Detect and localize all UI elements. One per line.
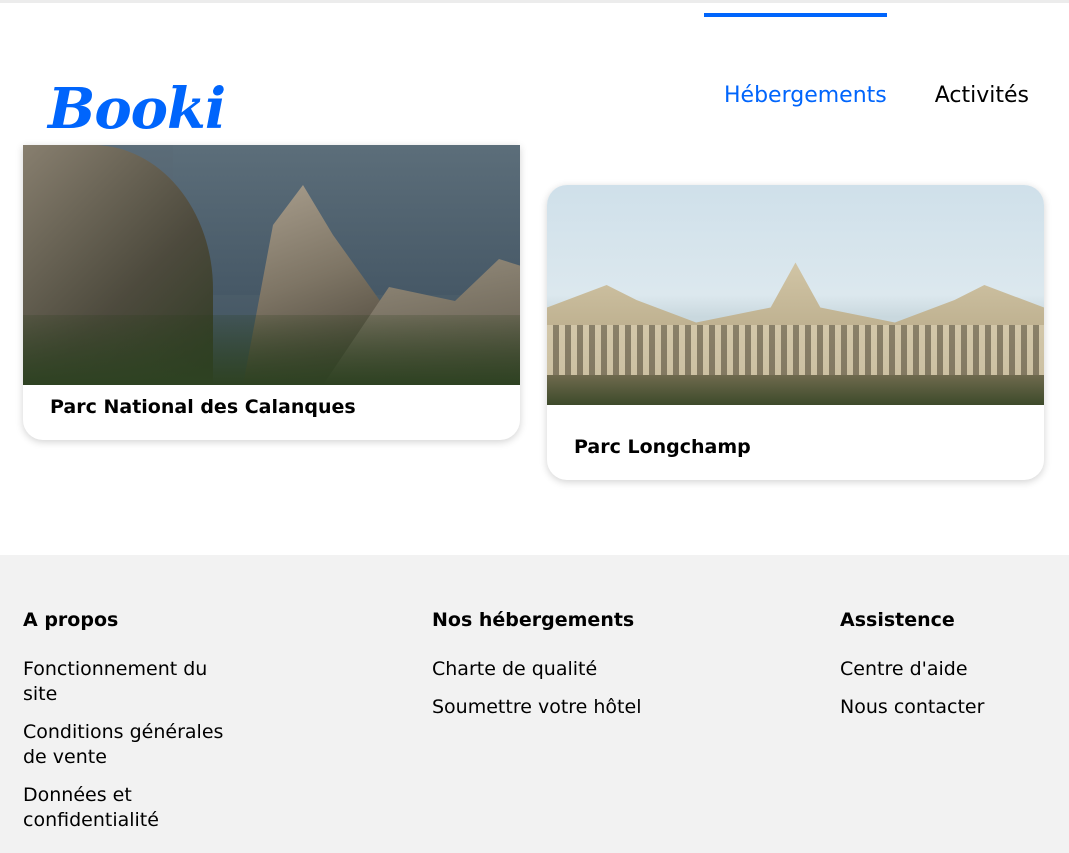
- card-calanques[interactable]: Parc National des Calanques: [23, 145, 520, 440]
- footer-link-donnees[interactable]: Données et confidentialité: [23, 783, 233, 833]
- calanques-image: [23, 145, 520, 385]
- card-title: Parc Longchamp: [574, 436, 751, 458]
- footer-col-a-propos: A propos Fonctionnement du site Conditio…: [23, 609, 253, 846]
- footer-link-soumettre[interactable]: Soumettre votre hôtel: [432, 695, 642, 720]
- active-nav-indicator: [704, 13, 887, 17]
- footer-heading: Nos hébergements: [432, 609, 635, 631]
- footer-link-contact[interactable]: Nous contacter: [840, 695, 1050, 720]
- footer-link-fonctionnement[interactable]: Fonctionnement du site: [23, 657, 233, 707]
- card-title: Parc National des Calanques: [50, 396, 356, 418]
- site-header: Booki Hébergements Activités: [0, 3, 1069, 165]
- footer-col-assistence: Assistence Centre d'aide Nous contacter: [840, 609, 1069, 733]
- footer-heading: Assistence: [840, 609, 955, 631]
- booki-logo[interactable]: Booki: [48, 81, 226, 137]
- footer-col-hebergements: Nos hébergements Charte de qualité Soume…: [432, 609, 662, 733]
- footer-heading: A propos: [23, 609, 119, 631]
- longchamp-image: [547, 185, 1044, 405]
- nav-activites[interactable]: Activités: [935, 83, 1029, 108]
- footer-link-conditions[interactable]: Conditions générales de vente: [23, 720, 233, 770]
- footer-link-centre-aide[interactable]: Centre d'aide: [840, 657, 1050, 682]
- site-footer: A propos Fonctionnement du site Conditio…: [0, 555, 1069, 853]
- activity-cards: Parc National des Calanques Parc Longcha…: [0, 145, 1069, 555]
- footer-link-charte[interactable]: Charte de qualité: [432, 657, 642, 682]
- card-longchamp[interactable]: Parc Longchamp: [547, 185, 1044, 480]
- nav-hebergements[interactable]: Hébergements: [724, 83, 887, 108]
- main-nav: Hébergements Activités: [724, 83, 1029, 108]
